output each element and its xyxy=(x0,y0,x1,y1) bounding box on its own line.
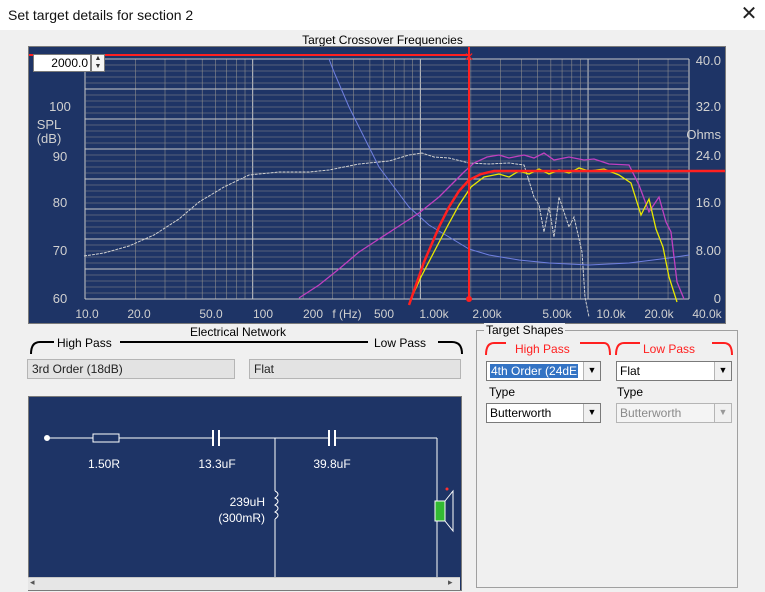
hp-order-select[interactable]: 4th Order (24dE ▼ xyxy=(486,361,601,381)
ohm-tick: 8.00 xyxy=(696,243,721,258)
electrical-high-pass-label: High Pass xyxy=(57,336,112,350)
freq-tick: 40.0k xyxy=(692,307,722,321)
window-title: Set target details for section 2 xyxy=(8,7,194,23)
scroll-right-icon[interactable]: ▸ xyxy=(448,577,453,588)
graph-title: Target Crossover Frequencies xyxy=(302,33,463,47)
electrical-network-title: Electrical Network xyxy=(190,325,287,339)
ohm-tick: 40.0 xyxy=(696,53,721,68)
crossover-handle-bottom-icon[interactable] xyxy=(466,296,472,302)
freq-tick: 1.00k xyxy=(419,307,449,321)
hp-type-value: Butterworth xyxy=(490,406,552,420)
scroll-left-icon[interactable]: ◂ xyxy=(30,577,35,588)
lp-order-select[interactable]: Flat ▼ xyxy=(616,361,732,381)
electrical-high-pass-field: 3rd Order (18dB) xyxy=(27,359,235,379)
ohms-axis-label: Ohms xyxy=(686,127,721,142)
electrical-low-pass-label: Low Pass xyxy=(374,336,427,350)
spl-tick: 80 xyxy=(53,195,67,210)
crossover-graph[interactable]: 10.0 20.0 50.0 100 200 f (Hz) 500 1.00k … xyxy=(28,46,726,324)
circuit-canvas: 1.50R 13.3uF 39.8uF 239uH (300mR) xyxy=(39,430,454,580)
freq-tick: 200 xyxy=(303,307,323,321)
spl-tick: 60 xyxy=(53,291,67,306)
freq-tick: 50.0 xyxy=(199,307,223,321)
chevron-down-icon[interactable]: ▼ xyxy=(714,362,731,380)
spl-axis-label: (dB) xyxy=(37,131,62,146)
lp-type-value: Butterworth xyxy=(620,406,682,420)
lp-type-label: Type xyxy=(617,385,644,399)
freq-tick: 10.0 xyxy=(75,307,99,321)
inductor-resistance-label: (300mR) xyxy=(218,511,265,525)
electrical-low-pass-field: Flat xyxy=(249,359,461,379)
freq-tick: 20.0 xyxy=(127,307,151,321)
chevron-down-icon: ▼ xyxy=(714,404,731,422)
lp-type-select: Butterworth ▼ xyxy=(616,403,732,423)
hp-order-value: 4th Order (24dE xyxy=(490,364,579,378)
chevron-down-icon[interactable]: ▼ xyxy=(583,404,600,422)
capacitor2-label: 39.8uF xyxy=(313,457,350,471)
frequency-spinner[interactable]: ▲ ▼ xyxy=(91,54,105,72)
graph-canvas: 10.0 20.0 50.0 100 200 f (Hz) 500 1.00k … xyxy=(29,47,725,321)
ohm-tick: 0 xyxy=(714,291,721,306)
target-low-pass-label: Low Pass xyxy=(643,342,696,356)
freq-tick: 10.0k xyxy=(596,307,626,321)
hp-type-label: Type xyxy=(489,385,516,399)
freq-tick: 100 xyxy=(253,307,273,321)
ohm-tick: 32.0 xyxy=(696,99,721,114)
chevron-down-icon[interactable]: ▼ xyxy=(583,362,600,380)
graph-grid xyxy=(84,58,690,300)
circuit-scrollbar[interactable]: ◂ ▸ xyxy=(28,577,460,590)
freq-tick: 5.00k xyxy=(542,307,572,321)
target-high-pass-label: High Pass xyxy=(515,342,570,356)
inductor-value-label: 239uH xyxy=(230,495,265,509)
freq-tick: 500 xyxy=(374,307,394,321)
freq-tick: f (Hz) xyxy=(332,307,361,321)
spl-tick: 100 xyxy=(49,99,71,114)
spl-tick: 90 xyxy=(53,149,67,164)
resistor-r1 xyxy=(92,433,120,443)
freq-tick: 2.00k xyxy=(472,307,502,321)
spl-curve xyxy=(83,152,590,318)
lp-order-value: Flat xyxy=(620,364,641,378)
crossover-handle-top-icon[interactable]: ✕ xyxy=(464,50,474,64)
freq-tick: 20.0k xyxy=(644,307,674,321)
spl-axis-label: SPL xyxy=(37,117,62,132)
ohm-tick: 16.0 xyxy=(696,195,721,210)
close-icon[interactable]: ✕ xyxy=(736,1,762,27)
hp-type-select[interactable]: Butterworth ▼ xyxy=(486,403,601,423)
circuit-diagram: 1.50R 13.3uF 39.8uF 239uH (300mR) xyxy=(28,396,462,591)
crossover-frequency-input[interactable]: 2000.0 xyxy=(33,54,91,72)
filtered-spl-curve xyxy=(410,167,678,303)
capacitor1-label: 13.3uF xyxy=(198,457,235,471)
speaker-icon xyxy=(434,500,446,522)
ohm-tick: 24.0 xyxy=(696,148,721,163)
target-shapes-title: Target Shapes xyxy=(484,323,566,337)
resistor-label: 1.50R xyxy=(88,457,120,471)
spl-tick: 70 xyxy=(53,243,67,258)
